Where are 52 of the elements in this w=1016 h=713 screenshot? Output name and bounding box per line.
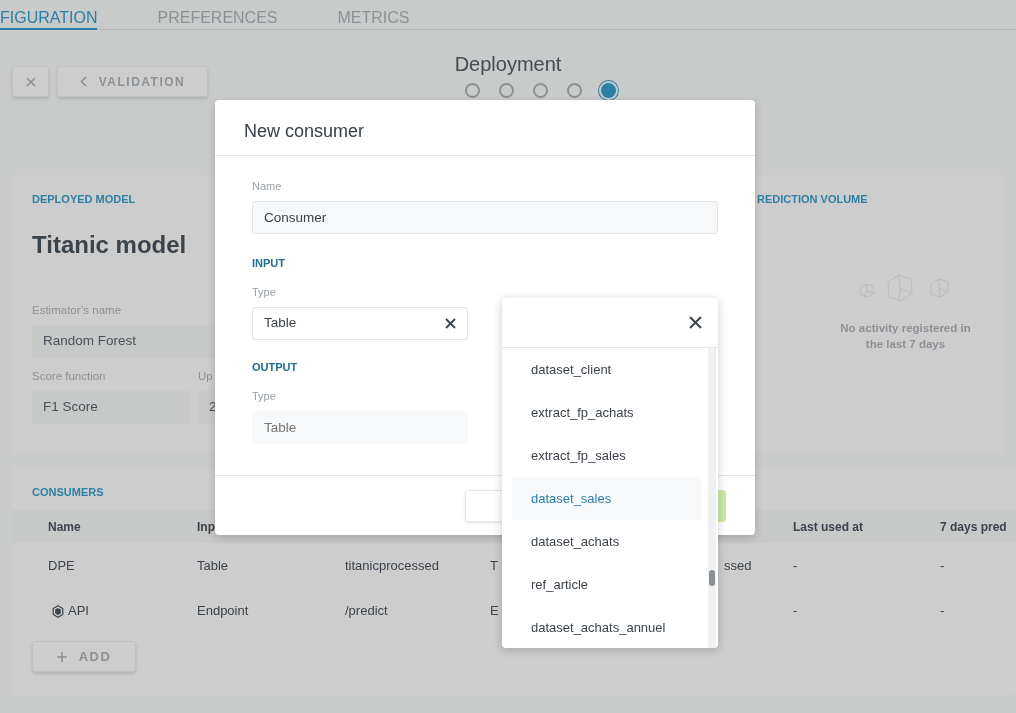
column-header: 7 days pred: [940, 519, 1007, 534]
section-heading: OUTPUT: [252, 359, 298, 375]
field-value: Random Forest: [32, 324, 215, 358]
page-title: Deployment: [454, 53, 562, 75]
scrollbar[interactable]: [708, 348, 716, 648]
field-label: Type: [252, 285, 276, 300]
section-heading: REDICTION VOLUME: [757, 192, 868, 207]
hexagon-icon: [52, 604, 64, 618]
column-header: Last used at: [793, 519, 864, 534]
type-select[interactable]: Table: [252, 410, 468, 444]
model-name: Titanic model: [32, 229, 187, 260]
table-cell-text: Table: [197, 556, 229, 575]
type-select[interactable]: Table: [252, 306, 468, 340]
column-header: Inp: [197, 519, 215, 534]
field-label: Up: [198, 368, 213, 384]
section-heading: INPUT: [252, 255, 285, 271]
table-cell-text: titanicprocessed: [345, 556, 439, 575]
dialog-title: New consumer: [244, 121, 365, 141]
dropdown-option[interactable]: dataset_sales: [512, 477, 702, 520]
field-label: Score function: [32, 368, 106, 384]
table-cell-text: ssed: [724, 556, 752, 575]
table-cell-text: /predict: [345, 601, 388, 620]
field-label: Type: [252, 389, 276, 404]
name-field[interactable]: Consumer: [252, 200, 718, 234]
table-cell-text: DPE: [48, 556, 75, 575]
table-cell-text: -: [940, 556, 945, 575]
dropdown-option[interactable]: dataset_achats: [512, 520, 702, 563]
close-icon: [25, 76, 36, 87]
close-icon[interactable]: [689, 316, 702, 329]
dropdown-option[interactable]: dataset_achats_annuel: [512, 606, 702, 648]
dropdown-option[interactable]: extract_fp_achats: [512, 391, 702, 434]
table-cell-text: E: [490, 601, 499, 620]
field-label: Estimator’s name: [32, 302, 122, 318]
field-label: Name: [252, 179, 282, 194]
plus-icon: [56, 651, 67, 662]
column-header: Name: [48, 519, 81, 534]
section-heading: CONSUMERS: [32, 485, 104, 500]
table-cell-text: -: [940, 601, 945, 620]
clear-icon[interactable]: [445, 317, 456, 329]
table-cell-text: API: [68, 601, 89, 620]
table-cell-text: Endpoint: [197, 601, 249, 620]
chevron-left-icon: [79, 76, 87, 87]
section-heading: DEPLOYED MODEL: [32, 192, 136, 207]
table-cell-text: T: [490, 556, 498, 575]
empty-state-message: No activity registered in the last 7 days: [839, 320, 972, 352]
table-cell-text: -: [793, 601, 798, 620]
dropdown-option[interactable]: dataset_client: [512, 348, 702, 391]
dropdown-option[interactable]: extract_fp_sales: [512, 434, 702, 477]
field-value: F1 Score: [32, 391, 190, 424]
select-value: Table: [264, 313, 297, 332]
table-cell-text: -: [793, 556, 798, 575]
dropdown-option[interactable]: ref_article: [512, 563, 702, 606]
